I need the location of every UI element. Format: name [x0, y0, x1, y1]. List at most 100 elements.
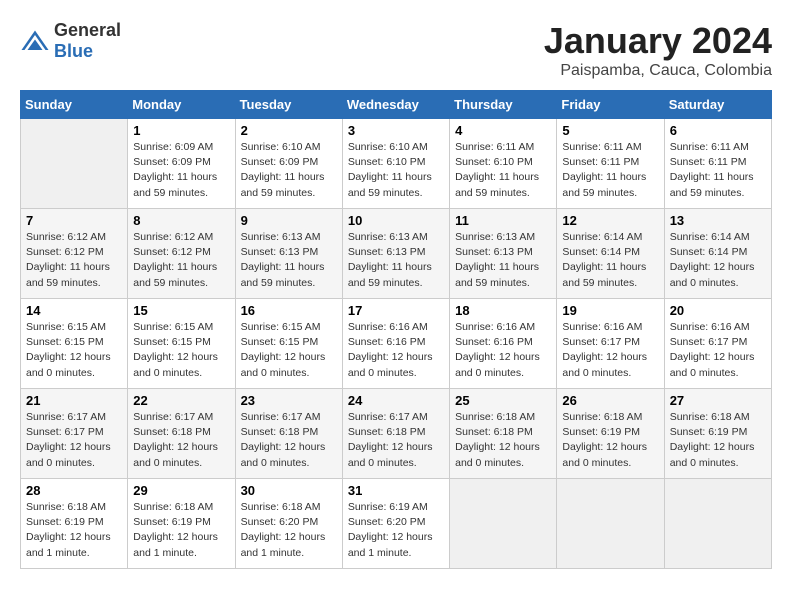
- day-info: Sunrise: 6:09 AM Sunset: 6:09 PM Dayligh…: [133, 140, 229, 201]
- calendar-cell: 6Sunrise: 6:11 AM Sunset: 6:11 PM Daylig…: [664, 119, 771, 209]
- calendar-cell: 15 Sunrise: 6:15 AM Sunset: 6:15 PM Dayli…: [128, 299, 235, 389]
- calendar-cell: [450, 479, 557, 569]
- day-info: Sunrise: 6:11 AM Sunset: 6:10 PM Dayligh…: [455, 140, 551, 201]
- day-number: 6: [670, 123, 766, 138]
- day-number: 13: [670, 213, 766, 228]
- calendar-cell: 25Sunrise: 6:18 AM Sunset: 6:18 PM Dayli…: [450, 389, 557, 479]
- calendar-cell: 10 Sunrise: 6:13 AM Sunset: 6:13 PM Dayli…: [342, 209, 449, 299]
- calendar-cell: [21, 119, 128, 209]
- calendar-cell: 8 Sunrise: 6:12 AM Sunset: 6:12 PM Daylig…: [128, 209, 235, 299]
- title-block: January 2024 Paispamba, Cauca, Colombia: [544, 20, 772, 80]
- calendar-cell: 27 Sunrise: 6:18 AM Sunset: 6:19 PM Dayli…: [664, 389, 771, 479]
- day-info: Sunrise: 6:14 AM Sunset: 6:14 PM Dayligh…: [562, 230, 658, 291]
- calendar-cell: [664, 479, 771, 569]
- day-info: Sunrise: 6:16 AM Sunset: 6:17 PM Dayligh…: [562, 320, 658, 381]
- day-number: 1: [133, 123, 229, 138]
- calendar-cell: 5Sunrise: 6:11 AM Sunset: 6:11 PM Daylig…: [557, 119, 664, 209]
- logo-blue: Blue: [54, 41, 93, 61]
- day-number: 27: [670, 393, 766, 408]
- day-number: 3: [348, 123, 444, 138]
- day-info: Sunrise: 6:17 AM Sunset: 6:18 PM Dayligh…: [348, 410, 444, 471]
- calendar-cell: 1 Sunrise: 6:09 AM Sunset: 6:09 PM Daylig…: [128, 119, 235, 209]
- day-info: Sunrise: 6:13 AM Sunset: 6:13 PM Dayligh…: [241, 230, 337, 291]
- day-info: Sunrise: 6:15 AM Sunset: 6:15 PM Dayligh…: [133, 320, 229, 381]
- day-header-sunday: Sunday: [21, 91, 128, 119]
- day-number: 2: [241, 123, 337, 138]
- calendar-cell: 31 Sunrise: 6:19 AM Sunset: 6:20 PM Dayli…: [342, 479, 449, 569]
- day-header-wednesday: Wednesday: [342, 91, 449, 119]
- day-info: Sunrise: 6:19 AM Sunset: 6:20 PM Dayligh…: [348, 500, 444, 561]
- day-number: 20: [670, 303, 766, 318]
- calendar-cell: 29 Sunrise: 6:18 AM Sunset: 6:19 PM Dayli…: [128, 479, 235, 569]
- day-info: Sunrise: 6:18 AM Sunset: 6:20 PM Dayligh…: [241, 500, 337, 561]
- day-number: 8: [133, 213, 229, 228]
- day-number: 24: [348, 393, 444, 408]
- week-row-2: 7 Sunrise: 6:12 AM Sunset: 6:12 PM Daylig…: [21, 209, 772, 299]
- week-row-3: 14Sunrise: 6:15 AM Sunset: 6:15 PM Dayli…: [21, 299, 772, 389]
- week-row-5: 28Sunrise: 6:18 AM Sunset: 6:19 PM Dayli…: [21, 479, 772, 569]
- day-header-saturday: Saturday: [664, 91, 771, 119]
- day-number: 11: [455, 213, 551, 228]
- day-number: 16: [241, 303, 337, 318]
- calendar-cell: 19 Sunrise: 6:16 AM Sunset: 6:17 PM Dayli…: [557, 299, 664, 389]
- day-info: Sunrise: 6:18 AM Sunset: 6:19 PM Dayligh…: [562, 410, 658, 471]
- logo-icon: [20, 29, 50, 53]
- calendar-cell: 24 Sunrise: 6:17 AM Sunset: 6:18 PM Dayli…: [342, 389, 449, 479]
- day-number: 26: [562, 393, 658, 408]
- day-header-friday: Friday: [557, 91, 664, 119]
- day-number: 19: [562, 303, 658, 318]
- calendar-cell: 17Sunrise: 6:16 AM Sunset: 6:16 PM Dayli…: [342, 299, 449, 389]
- day-info: Sunrise: 6:17 AM Sunset: 6:18 PM Dayligh…: [133, 410, 229, 471]
- day-header-tuesday: Tuesday: [235, 91, 342, 119]
- calendar-subtitle: Paispamba, Cauca, Colombia: [544, 62, 772, 80]
- day-number: 23: [241, 393, 337, 408]
- calendar-title: January 2024: [544, 20, 772, 62]
- day-info: Sunrise: 6:16 AM Sunset: 6:16 PM Dayligh…: [348, 320, 444, 381]
- calendar-cell: 12 Sunrise: 6:14 AM Sunset: 6:14 PM Dayli…: [557, 209, 664, 299]
- calendar-cell: 22 Sunrise: 6:17 AM Sunset: 6:18 PM Dayli…: [128, 389, 235, 479]
- day-number: 29: [133, 483, 229, 498]
- calendar-cell: 21Sunrise: 6:17 AM Sunset: 6:17 PM Dayli…: [21, 389, 128, 479]
- calendar-body: 1 Sunrise: 6:09 AM Sunset: 6:09 PM Daylig…: [21, 119, 772, 569]
- day-number: 5: [562, 123, 658, 138]
- day-info: Sunrise: 6:13 AM Sunset: 6:13 PM Dayligh…: [348, 230, 444, 291]
- calendar-cell: 4 Sunrise: 6:11 AM Sunset: 6:10 PM Daylig…: [450, 119, 557, 209]
- calendar-cell: 20Sunrise: 6:16 AM Sunset: 6:17 PM Dayli…: [664, 299, 771, 389]
- calendar-table: SundayMondayTuesdayWednesdayThursdayFrid…: [20, 90, 772, 569]
- day-info: Sunrise: 6:18 AM Sunset: 6:19 PM Dayligh…: [133, 500, 229, 561]
- day-number: 7: [26, 213, 122, 228]
- day-number: 15: [133, 303, 229, 318]
- day-number: 22: [133, 393, 229, 408]
- day-info: Sunrise: 6:18 AM Sunset: 6:19 PM Dayligh…: [670, 410, 766, 471]
- day-info: Sunrise: 6:16 AM Sunset: 6:16 PM Dayligh…: [455, 320, 551, 381]
- day-number: 12: [562, 213, 658, 228]
- day-info: Sunrise: 6:12 AM Sunset: 6:12 PM Dayligh…: [133, 230, 229, 291]
- day-number: 31: [348, 483, 444, 498]
- day-info: Sunrise: 6:13 AM Sunset: 6:13 PM Dayligh…: [455, 230, 551, 291]
- calendar-cell: 3 Sunrise: 6:10 AM Sunset: 6:10 PM Daylig…: [342, 119, 449, 209]
- day-info: Sunrise: 6:12 AM Sunset: 6:12 PM Dayligh…: [26, 230, 122, 291]
- calendar-cell: 14Sunrise: 6:15 AM Sunset: 6:15 PM Dayli…: [21, 299, 128, 389]
- day-info: Sunrise: 6:10 AM Sunset: 6:10 PM Dayligh…: [348, 140, 444, 201]
- day-number: 18: [455, 303, 551, 318]
- day-header-thursday: Thursday: [450, 91, 557, 119]
- days-of-week-row: SundayMondayTuesdayWednesdayThursdayFrid…: [21, 91, 772, 119]
- calendar-cell: 9Sunrise: 6:13 AM Sunset: 6:13 PM Daylig…: [235, 209, 342, 299]
- day-info: Sunrise: 6:17 AM Sunset: 6:18 PM Dayligh…: [241, 410, 337, 471]
- calendar-cell: 2 Sunrise: 6:10 AM Sunset: 6:09 PM Daylig…: [235, 119, 342, 209]
- day-header-monday: Monday: [128, 91, 235, 119]
- day-number: 4: [455, 123, 551, 138]
- day-number: 10: [348, 213, 444, 228]
- logo-general: General: [54, 20, 121, 40]
- calendar-cell: 26 Sunrise: 6:18 AM Sunset: 6:19 PM Dayli…: [557, 389, 664, 479]
- calendar-cell: 7 Sunrise: 6:12 AM Sunset: 6:12 PM Daylig…: [21, 209, 128, 299]
- day-info: Sunrise: 6:14 AM Sunset: 6:14 PM Dayligh…: [670, 230, 766, 291]
- calendar-cell: 23 Sunrise: 6:17 AM Sunset: 6:18 PM Dayli…: [235, 389, 342, 479]
- day-info: Sunrise: 6:18 AM Sunset: 6:18 PM Dayligh…: [455, 410, 551, 471]
- day-info: Sunrise: 6:15 AM Sunset: 6:15 PM Dayligh…: [241, 320, 337, 381]
- page-header: General Blue January 2024 Paispamba, Cau…: [20, 20, 772, 80]
- week-row-4: 21Sunrise: 6:17 AM Sunset: 6:17 PM Dayli…: [21, 389, 772, 479]
- day-info: Sunrise: 6:10 AM Sunset: 6:09 PM Dayligh…: [241, 140, 337, 201]
- week-row-1: 1 Sunrise: 6:09 AM Sunset: 6:09 PM Daylig…: [21, 119, 772, 209]
- day-number: 21: [26, 393, 122, 408]
